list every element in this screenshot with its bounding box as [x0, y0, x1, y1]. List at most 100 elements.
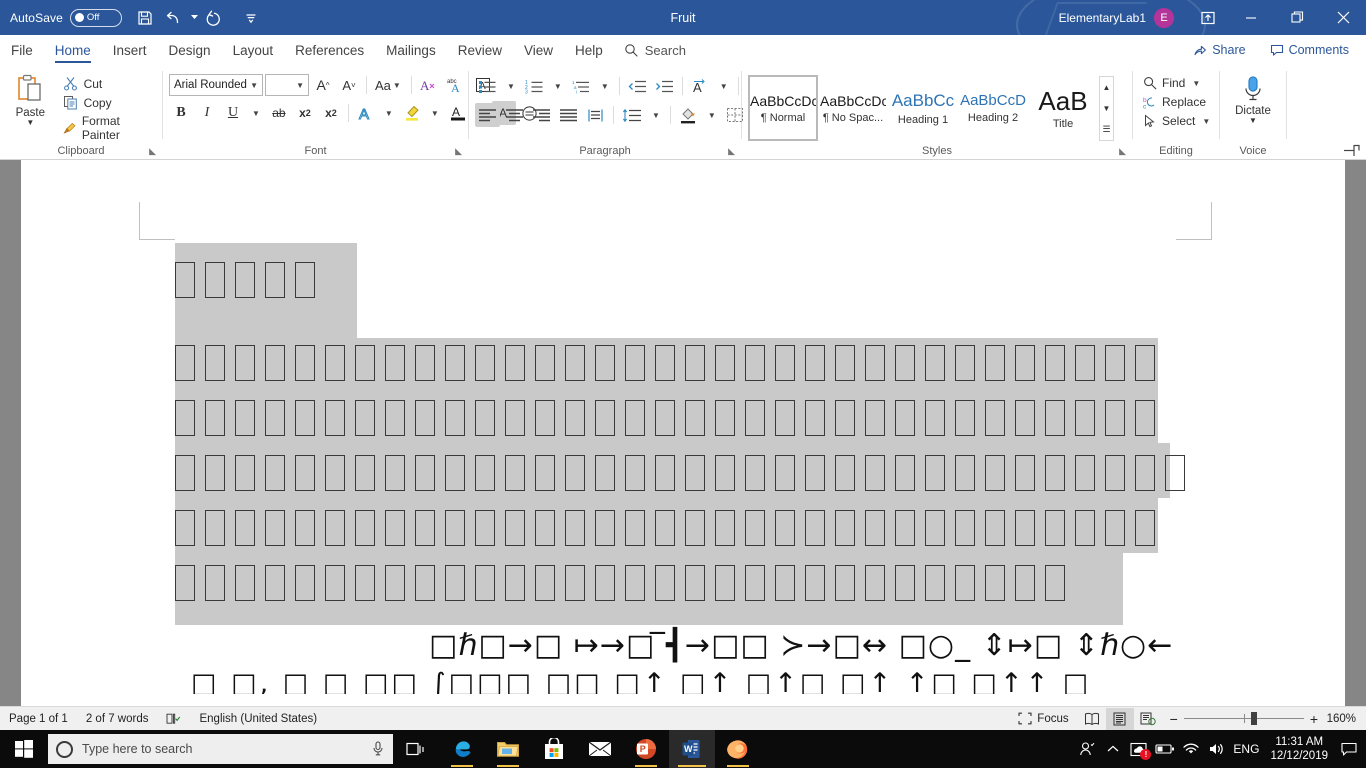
taskbar-app-word[interactable]: W [669, 730, 715, 768]
language-indicator[interactable]: ENG [1230, 730, 1262, 768]
cut-button[interactable]: Cut [59, 75, 156, 92]
document-page[interactable]: □ℏ□→□ ↦→□ ̅┫→□□ ≻→□↔ □○_ ⇕↦□ ⇕ℏ○← □ □, □… [21, 160, 1345, 706]
bullet-list-caret[interactable]: ▼ [502, 74, 520, 98]
text-line-1[interactable] [175, 262, 325, 298]
tab-home[interactable]: Home [44, 35, 102, 65]
chevron-down-icon[interactable]: ▼ [294, 81, 306, 90]
paste-dropdown-caret[interactable]: ▼ [26, 119, 34, 127]
font-dialog-launcher[interactable]: ◣ [455, 146, 462, 157]
tab-layout[interactable]: Layout [222, 35, 285, 65]
undo-dropdown-caret[interactable] [190, 3, 200, 33]
word-count[interactable]: 2 of 7 words [77, 707, 158, 731]
autosave-toggle[interactable]: Off [69, 8, 122, 27]
phonetic-guide-icon[interactable]: abc A [443, 73, 469, 97]
close-icon[interactable] [1320, 0, 1366, 35]
battery-icon[interactable] [1152, 730, 1178, 768]
dictate-button[interactable]: Dictate ▼ [1226, 71, 1280, 125]
strikethrough-button[interactable]: ab [267, 101, 291, 125]
font-name-combo[interactable]: Arial Rounded ▼ [169, 74, 263, 96]
text-effects-caret[interactable]: ▼ [380, 101, 398, 125]
decrease-indent-icon[interactable] [625, 74, 650, 98]
justify-icon[interactable] [556, 103, 581, 127]
styles-scroll-up-button[interactable]: ▲ [1100, 77, 1113, 98]
document-canvas[interactable]: □ℏ□→□ ↦→□ ̅┫→□□ ≻→□↔ □○_ ⇕↦□ ⇕ℏ○← □ □, □… [0, 160, 1366, 706]
bullet-list-icon[interactable] [475, 74, 500, 98]
read-mode-button[interactable] [1078, 708, 1106, 730]
copy-button[interactable]: Copy [59, 94, 156, 111]
tab-help[interactable]: Help [564, 35, 614, 65]
taskbar-search-input[interactable]: Type here to search [48, 734, 393, 764]
text-line-6[interactable] [175, 565, 1075, 601]
text-effects-icon[interactable]: A [354, 101, 378, 125]
find-caret[interactable]: ▼ [1190, 79, 1202, 88]
dictate-caret[interactable]: ▼ [1249, 117, 1257, 125]
text-line-5[interactable] [175, 510, 1165, 546]
paste-button[interactable]: Paste ▼ [6, 71, 55, 127]
symbol-line-2[interactable]: □ □, □ □ □□ ∫□□□ □□ □↑ □↑ □↑□ □↑ ↑□ □↑↑ … [191, 668, 1201, 694]
zoom-thumb[interactable] [1250, 711, 1257, 725]
underline-button[interactable]: U [221, 101, 245, 125]
styles-more-button[interactable]: ☰ [1100, 119, 1113, 140]
language-indicator[interactable]: English (United States) [190, 707, 326, 731]
people-icon[interactable] [1074, 730, 1100, 768]
symbol-line-1[interactable]: □ℏ□→□ ↦→□ ̅┫→□□ ≻→□↔ □○_ ⇕↦□ ⇕ℏ○← [429, 628, 1173, 663]
collapse-ribbon-icon[interactable] [1343, 144, 1360, 157]
action-center-icon[interactable] [1336, 730, 1362, 768]
taskbar-app-mail[interactable] [577, 730, 623, 768]
shading-icon[interactable] [676, 103, 701, 127]
proofing-errors-icon[interactable] [157, 707, 190, 731]
italic-button[interactable]: I [195, 101, 219, 125]
find-button[interactable]: Find ▼ [1139, 75, 1206, 91]
clipboard-dialog-launcher[interactable]: ◣ [149, 146, 156, 157]
format-painter-button[interactable]: Format Painter [59, 113, 156, 143]
text-highlight-caret[interactable]: ▼ [426, 101, 444, 125]
select-button[interactable]: Select ▼ [1139, 113, 1216, 129]
text-line-4[interactable] [175, 455, 1195, 491]
line-spacing-caret[interactable]: ▼ [647, 103, 665, 127]
multilevel-list-caret[interactable]: ▼ [596, 74, 614, 98]
search-input[interactable]: Search [624, 35, 686, 65]
task-view-icon[interactable] [393, 730, 439, 768]
change-case-button[interactable]: Aa ▼ [372, 73, 406, 97]
zoom-track[interactable] [1183, 711, 1304, 725]
shading-caret[interactable]: ▼ [703, 103, 721, 127]
grow-font-button[interactable]: A ^ [311, 73, 335, 97]
styles-dialog-launcher[interactable]: ◣ [1119, 146, 1126, 157]
taskbar-app-file-explorer[interactable] [485, 730, 531, 768]
asian-layout-icon[interactable]: A [688, 74, 713, 98]
increase-indent-icon[interactable] [652, 74, 677, 98]
styles-scroll-down-button[interactable]: ▼ [1100, 98, 1113, 119]
restore-icon[interactable] [1274, 0, 1320, 35]
zoom-in-button[interactable]: + [1310, 711, 1318, 727]
microphone-icon[interactable] [371, 741, 385, 757]
taskbar-app-microsoft-store[interactable] [531, 730, 577, 768]
tab-view[interactable]: View [513, 35, 564, 65]
ribbon-display-options-icon[interactable] [1188, 0, 1228, 35]
redo-icon[interactable] [200, 3, 230, 33]
text-highlight-color-icon[interactable] [400, 101, 424, 125]
style-no-spacing[interactable]: AaBbCcDc ¶ No Spac... [818, 75, 888, 141]
tab-references[interactable]: References [284, 35, 375, 65]
underline-dropdown-caret[interactable]: ▼ [247, 101, 265, 125]
taskbar-app-firefox[interactable] [715, 730, 761, 768]
multilevel-list-icon[interactable]: 1ai [569, 74, 594, 98]
undo-icon[interactable] [160, 3, 190, 33]
tab-review[interactable]: Review [447, 35, 513, 65]
page-indicator[interactable]: Page 1 of 1 [0, 707, 77, 731]
clock[interactable]: 11:31 AM 12/12/2019 [1262, 730, 1336, 768]
distributed-icon[interactable] [583, 103, 608, 127]
wifi-icon[interactable] [1178, 730, 1204, 768]
asian-layout-caret[interactable]: ▼ [715, 74, 733, 98]
minimize-icon[interactable] [1228, 0, 1274, 35]
paragraph-dialog-launcher[interactable]: ◣ [728, 146, 735, 157]
shrink-font-button[interactable]: A ˅ [337, 73, 361, 97]
customize-quick-access-icon[interactable] [236, 3, 266, 33]
line-spacing-icon[interactable] [619, 103, 645, 127]
align-right-icon[interactable] [529, 103, 554, 127]
zoom-slider[interactable]: − + [1162, 711, 1326, 727]
avatar[interactable]: E [1154, 7, 1174, 28]
print-layout-button[interactable] [1105, 707, 1134, 730]
zoom-level[interactable]: 160% [1326, 713, 1366, 725]
tab-insert[interactable]: Insert [102, 35, 158, 65]
volume-icon[interactable] [1204, 730, 1230, 768]
